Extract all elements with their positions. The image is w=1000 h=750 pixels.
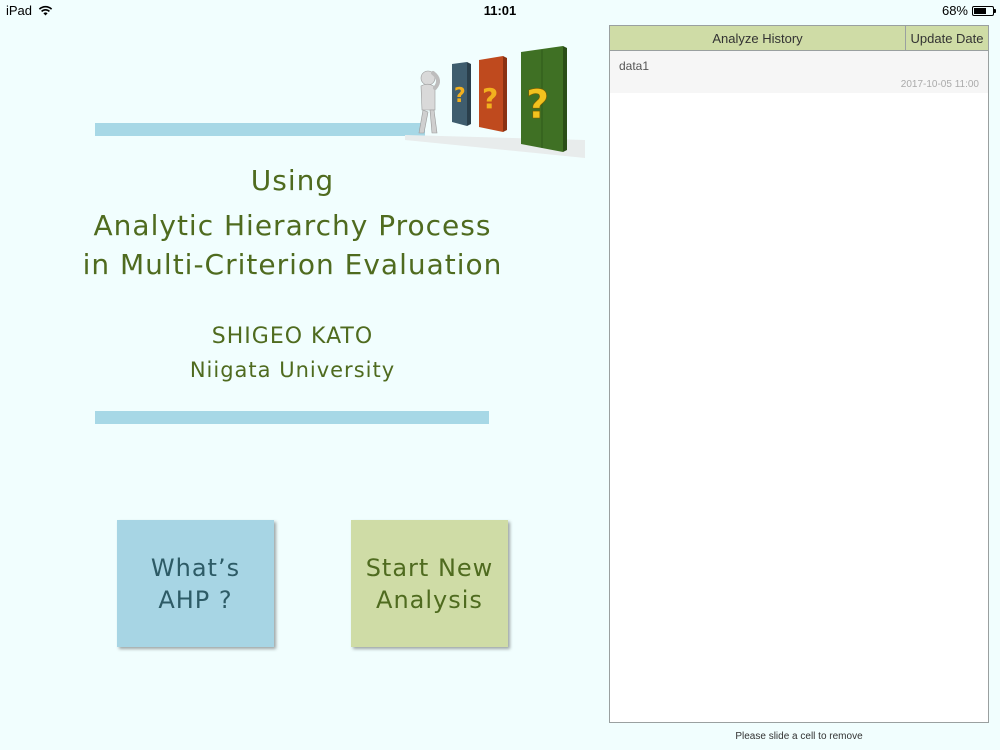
- author-name: SHIGEO KATO: [211, 324, 374, 349]
- title-using: Using: [250, 164, 335, 197]
- green-door-icon: ?: [521, 46, 567, 152]
- slide-to-remove-hint: Please slide a cell to remove: [735, 731, 863, 742]
- blue-door-icon: ?: [452, 62, 471, 126]
- clock: 11:01: [483, 3, 517, 18]
- status-right: 68%: [941, 3, 996, 18]
- analyze-history-panel: Analyze History Update Date data1 2017-1…: [609, 25, 989, 723]
- history-row[interactable]: data1 2017-10-05 11:00: [610, 51, 988, 93]
- thinking-figure-icon: [418, 70, 440, 134]
- title-ahp: Analytic Hierarchy Process: [93, 209, 492, 242]
- header-analyze-history[interactable]: Analyze History: [610, 26, 906, 50]
- svg-text:?: ?: [482, 82, 498, 115]
- history-row-date: 2017-10-05 11:00: [900, 79, 979, 90]
- start-new-label-line2: Analysis: [376, 585, 483, 614]
- top-divider: [95, 123, 425, 136]
- title-evaluation: in Multi-Criterion Evaluation: [82, 248, 503, 281]
- whats-ahp-button[interactable]: What’s AHP ?: [117, 520, 274, 647]
- whats-ahp-label-line1: What’s: [150, 553, 241, 582]
- orange-door-icon: ?: [479, 56, 507, 132]
- doors-illustration: ? ? ?: [405, 46, 585, 158]
- university-name: Niigata University: [189, 358, 396, 382]
- header-update-date[interactable]: Update Date: [906, 26, 988, 50]
- status-bar: iPad 11:01 68%: [0, 0, 1000, 20]
- start-new-label-line1: Start New: [365, 553, 494, 582]
- bottom-divider: [95, 411, 489, 424]
- history-row-name: data1: [619, 59, 650, 73]
- history-header: Analyze History Update Date: [610, 26, 988, 51]
- battery-level: [974, 7, 986, 14]
- start-new-analysis-button[interactable]: Start New Analysis: [351, 520, 508, 647]
- whats-ahp-label-line2: AHP ?: [158, 585, 233, 614]
- battery-percent: 68%: [941, 3, 968, 18]
- svg-text:?: ?: [526, 82, 549, 128]
- battery-icon: [972, 5, 996, 16]
- svg-text:?: ?: [454, 83, 466, 107]
